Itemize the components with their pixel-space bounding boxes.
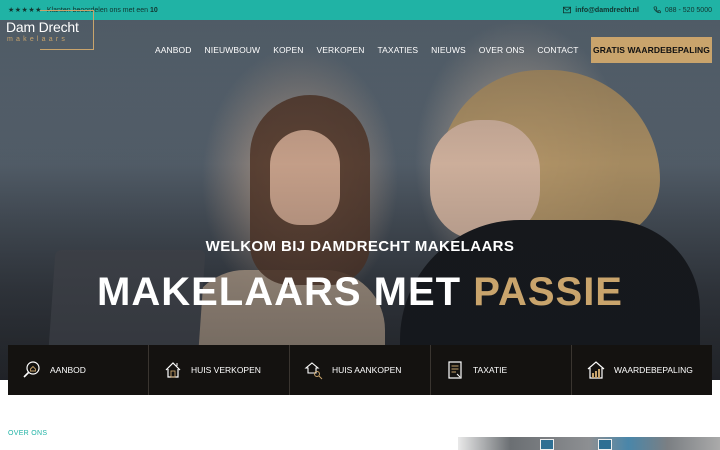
magnifier-house-icon	[23, 361, 40, 378]
nav-item-verkopen[interactable]: VERKOPEN	[316, 45, 364, 55]
house-chart-icon	[587, 361, 605, 379]
logo-subtitle: makelaars	[7, 36, 69, 43]
document-icon	[448, 361, 462, 379]
email-link[interactable]: info@damdrecht.nl	[563, 6, 639, 14]
nav-item-kopen[interactable]: KOPEN	[273, 45, 303, 55]
review-score: 10	[150, 6, 158, 14]
phone-icon	[653, 6, 661, 14]
hero-banner	[0, 20, 720, 380]
section-label-over-ons: OVER ONS	[8, 430, 48, 437]
house-photo	[458, 437, 720, 450]
service-waardebepaling[interactable]: WAARDEBEPALING	[572, 345, 712, 395]
service-huis-verkopen[interactable]: HUIS VERKOPEN	[149, 345, 289, 395]
phone-link[interactable]: 088 - 520 5000	[653, 6, 712, 14]
service-aanbod[interactable]: AANBOD	[8, 345, 148, 395]
nav-item-nieuws[interactable]: NIEUWS	[431, 45, 466, 55]
hero-headline: MAKELAARS MET PASSIE	[97, 270, 623, 314]
service-bar: AANBOD HUIS VERKOPEN HUIS AANKOPEN TAXAT…	[8, 345, 712, 395]
hero-welcome: WELKOM BIJ DAMDRECHT MAKELAARS	[205, 238, 515, 255]
headline-accent: PASSIE	[473, 270, 623, 314]
nav-item-taxaties[interactable]: TAXATIES	[378, 45, 419, 55]
envelope-icon	[563, 6, 572, 14]
top-bar: ★★★★★ Klanten beoordelen ons met een 10 …	[0, 0, 720, 20]
house-window	[540, 439, 554, 450]
nav-item-nieuwbouw[interactable]: NIEUWBOUW	[205, 45, 261, 55]
site-logo[interactable]: Dam Drecht makelaars	[6, 10, 94, 50]
house-key-icon	[304, 362, 323, 380]
hero-overlay	[0, 20, 720, 380]
nav-item-aanbod[interactable]: AANBOD	[155, 45, 192, 55]
nav-item-contact[interactable]: CONTACT	[537, 45, 578, 55]
service-taxatie[interactable]: TAXATIE	[431, 345, 571, 395]
house-sale-icon	[165, 362, 181, 378]
house-window	[598, 439, 612, 450]
free-valuation-button[interactable]: GRATIS WAARDEBEPALING	[591, 37, 712, 63]
service-huis-aankopen[interactable]: HUIS AANKOPEN	[290, 345, 430, 395]
logo-brand: Dam Drecht	[6, 19, 79, 35]
main-nav: AANBOD NIEUWBOUW KOPEN VERKOPEN TAXATIES…	[155, 45, 592, 55]
nav-item-over-ons[interactable]: OVER ONS	[479, 45, 525, 55]
